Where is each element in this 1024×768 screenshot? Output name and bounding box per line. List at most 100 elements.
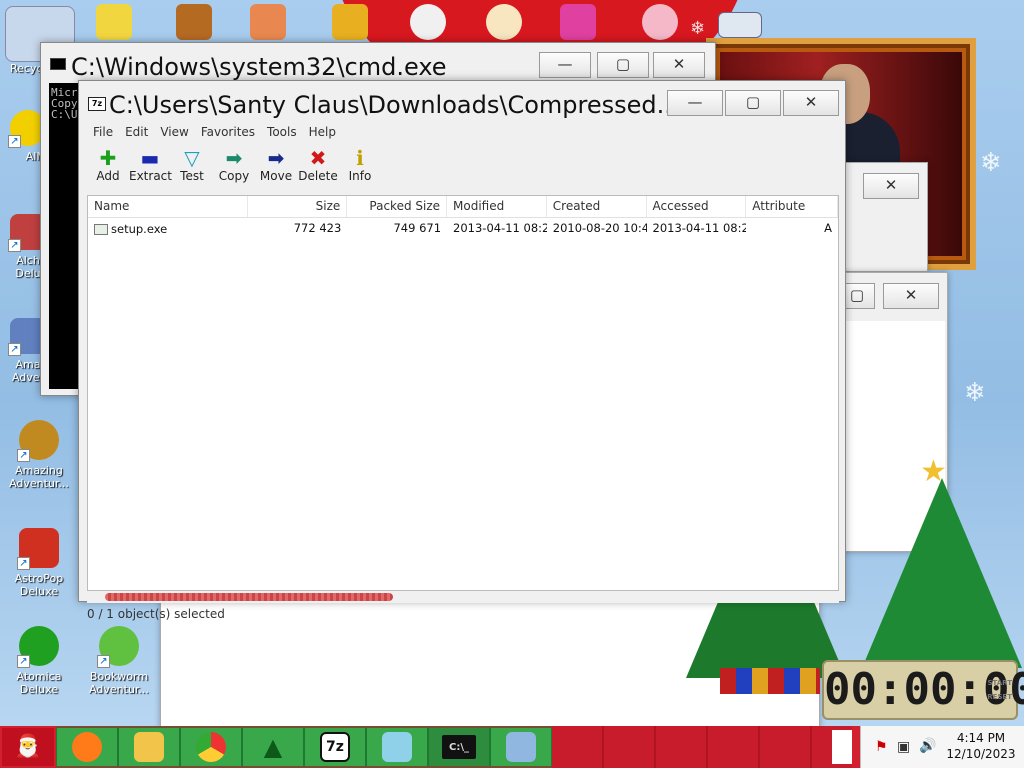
minimize-button[interactable]: — — [667, 90, 723, 116]
extract-button[interactable]: ▬ Extract — [129, 143, 172, 195]
test-button[interactable]: ▽ Test — [171, 143, 213, 195]
7zip-titlebar[interactable]: 7z C:\Users\Santy Claus\Downloads\Compre… — [79, 81, 845, 121]
taskbar-firefox[interactable] — [56, 727, 118, 767]
double-arrow-icon: ➡ — [225, 146, 243, 170]
timer-start-button[interactable]: START — [987, 678, 1012, 688]
7zip-icon: 7z — [320, 732, 350, 762]
cmd-title: C:\Windows\system32\cmd.exe — [71, 53, 447, 81]
maximize-button[interactable]: ▢ — [725, 90, 781, 116]
info-icon: ℹ — [356, 146, 364, 170]
countdown-timer-widget[interactable]: 00:00:00 START RESET — [822, 660, 1024, 720]
snowflake-icon: ❄ — [690, 18, 706, 39]
flower-game-icon[interactable] — [486, 4, 522, 40]
chrome-icon — [196, 732, 226, 762]
taskbar-7zip[interactable]: 7z — [304, 727, 366, 767]
desktop-icon-atomica[interactable]: ↗ Atomica Deluxe — [6, 626, 72, 696]
list-header: Name Size Packed Size Modified Created A… — [88, 196, 838, 218]
shortcut-arrow-icon: ↗ — [97, 655, 110, 668]
blossom-game-icon[interactable] — [642, 4, 678, 40]
fish-game-icon[interactable] — [250, 4, 286, 40]
delete-button[interactable]: ✖ Delete — [297, 143, 339, 195]
menu-help[interactable]: Help — [303, 122, 342, 144]
shortcut-arrow-icon: ↗ — [17, 655, 30, 668]
menu-edit[interactable]: Edit — [119, 122, 154, 144]
minimize-button[interactable]: — — [539, 52, 591, 78]
minus-icon: ▬ — [140, 146, 160, 170]
system-tray: ⚑ ▣ 🔊 4:14 PM 12/10/2023 — [860, 726, 1024, 768]
horizontal-scrollbar[interactable] — [87, 591, 839, 603]
add-button[interactable]: ✚ Add — [87, 143, 129, 195]
timer-reset-button[interactable]: RESET — [987, 692, 1012, 702]
menu-file[interactable]: File — [87, 122, 119, 144]
timer-display: 00:00:00 — [824, 664, 1024, 715]
taskbar-notepad[interactable] — [366, 727, 428, 767]
scrollbar-thumb[interactable] — [105, 593, 393, 601]
taskbar-christmas-tree[interactable]: ▲ — [242, 727, 304, 767]
status-bar: 0 / 1 object(s) selected — [87, 607, 225, 621]
clock[interactable]: 4:14 PM 12/10/2023 — [941, 730, 1021, 762]
snowflake-icon: ❄ — [980, 148, 1002, 178]
santa-start-button[interactable]: 🎅 — [2, 728, 54, 766]
snowflake-icon: ❄ — [964, 378, 986, 408]
book-game-icon[interactable] — [176, 4, 212, 40]
bee-game-icon[interactable] — [96, 4, 132, 40]
menu-view[interactable]: View — [154, 122, 194, 144]
gift-boxes-icon — [720, 668, 820, 694]
menu-tools[interactable]: Tools — [261, 122, 303, 144]
x-icon: ✖ — [309, 146, 327, 170]
taskbar-chrome[interactable] — [180, 727, 242, 767]
menu-favorites[interactable]: Favorites — [195, 122, 261, 144]
desktop-icon-bookworm[interactable]: ↗ Bookworm Adventur... — [86, 626, 152, 696]
column-created[interactable]: Created — [547, 196, 647, 217]
show-desktop-button[interactable] — [832, 730, 852, 764]
volume-icon[interactable]: 🔊 — [919, 738, 936, 754]
column-accessed[interactable]: Accessed — [647, 196, 747, 217]
compass-icon: ↗ — [17, 420, 59, 462]
column-attributes[interactable]: Attribute — [746, 196, 838, 217]
keyboard-icon — [506, 732, 536, 762]
column-modified[interactable]: Modified — [447, 196, 547, 217]
christmas-tree-icon: ▲ — [263, 733, 283, 761]
action-center-icon[interactable]: ⚑ — [875, 739, 888, 755]
toolbar: ✚ Add ▬ Extract ▽ Test ➡ Copy ➡ Move ✖ Delete … — [87, 143, 381, 195]
file-list[interactable]: Name Size Packed Size Modified Created A… — [87, 195, 839, 591]
maximize-button[interactable]: ▢ — [597, 52, 649, 78]
move-button[interactable]: ➡ Move — [255, 143, 297, 195]
clock-time: 4:14 PM — [956, 731, 1006, 745]
cmd-titlebar[interactable]: C:\Windows\system32\cmd.exe — ▢ ✕ — [41, 43, 715, 83]
taskbar-keyboard[interactable] — [490, 727, 552, 767]
cmd-icon — [50, 58, 66, 70]
info-button[interactable]: ℹ Info — [339, 143, 381, 195]
taskbar-cmd[interactable]: C:\_ — [428, 727, 490, 767]
table-row[interactable]: setup.exe 772 423 749 671 2013-04-11 08:… — [88, 218, 838, 240]
file-explorer-icon — [134, 732, 164, 762]
arrow-right-icon: ➡ — [267, 146, 285, 170]
desktop-icon-amazing-adventures-2[interactable]: ↗ Amazing Adventur... — [6, 420, 72, 490]
desktop-icon-astropop[interactable]: ↗ AstroPop Deluxe — [6, 528, 72, 598]
7zip-title: C:\Users\Santy Claus\Downloads\Compresse… — [109, 91, 669, 119]
window-thumbnail-icon[interactable] — [718, 12, 762, 38]
atomica-icon: ↗ — [17, 626, 59, 668]
shortcut-arrow-icon: ↗ — [8, 135, 21, 148]
cocktail-game-icon[interactable] — [560, 4, 596, 40]
shortcut-arrow-icon: ↗ — [17, 557, 30, 570]
column-packed-size[interactable]: Packed Size — [347, 196, 448, 217]
column-name[interactable]: Name — [88, 196, 248, 217]
clock-date: 12/10/2023 — [946, 747, 1016, 761]
firefox-icon — [72, 732, 102, 762]
column-size[interactable]: Size — [248, 196, 348, 217]
astropop-icon: ↗ — [17, 528, 59, 570]
star-icon: ★ — [920, 454, 947, 489]
close-button[interactable]: ✕ — [883, 283, 939, 309]
bird-game-icon[interactable] — [410, 4, 446, 40]
copy-button[interactable]: ➡ Copy — [213, 143, 255, 195]
close-button[interactable]: ✕ — [863, 173, 919, 199]
mahjong-game-icon[interactable] — [332, 4, 368, 40]
close-button[interactable]: ✕ — [653, 52, 705, 78]
taskbar-file-explorer[interactable] — [118, 727, 180, 767]
bookworm-icon: ↗ — [97, 626, 139, 668]
network-icon[interactable]: ▣ — [897, 739, 910, 755]
close-button[interactable]: ✕ — [783, 90, 839, 116]
exe-file-icon — [94, 223, 108, 235]
7zip-window[interactable]: 7z C:\Users\Santy Claus\Downloads\Compre… — [78, 80, 846, 621]
